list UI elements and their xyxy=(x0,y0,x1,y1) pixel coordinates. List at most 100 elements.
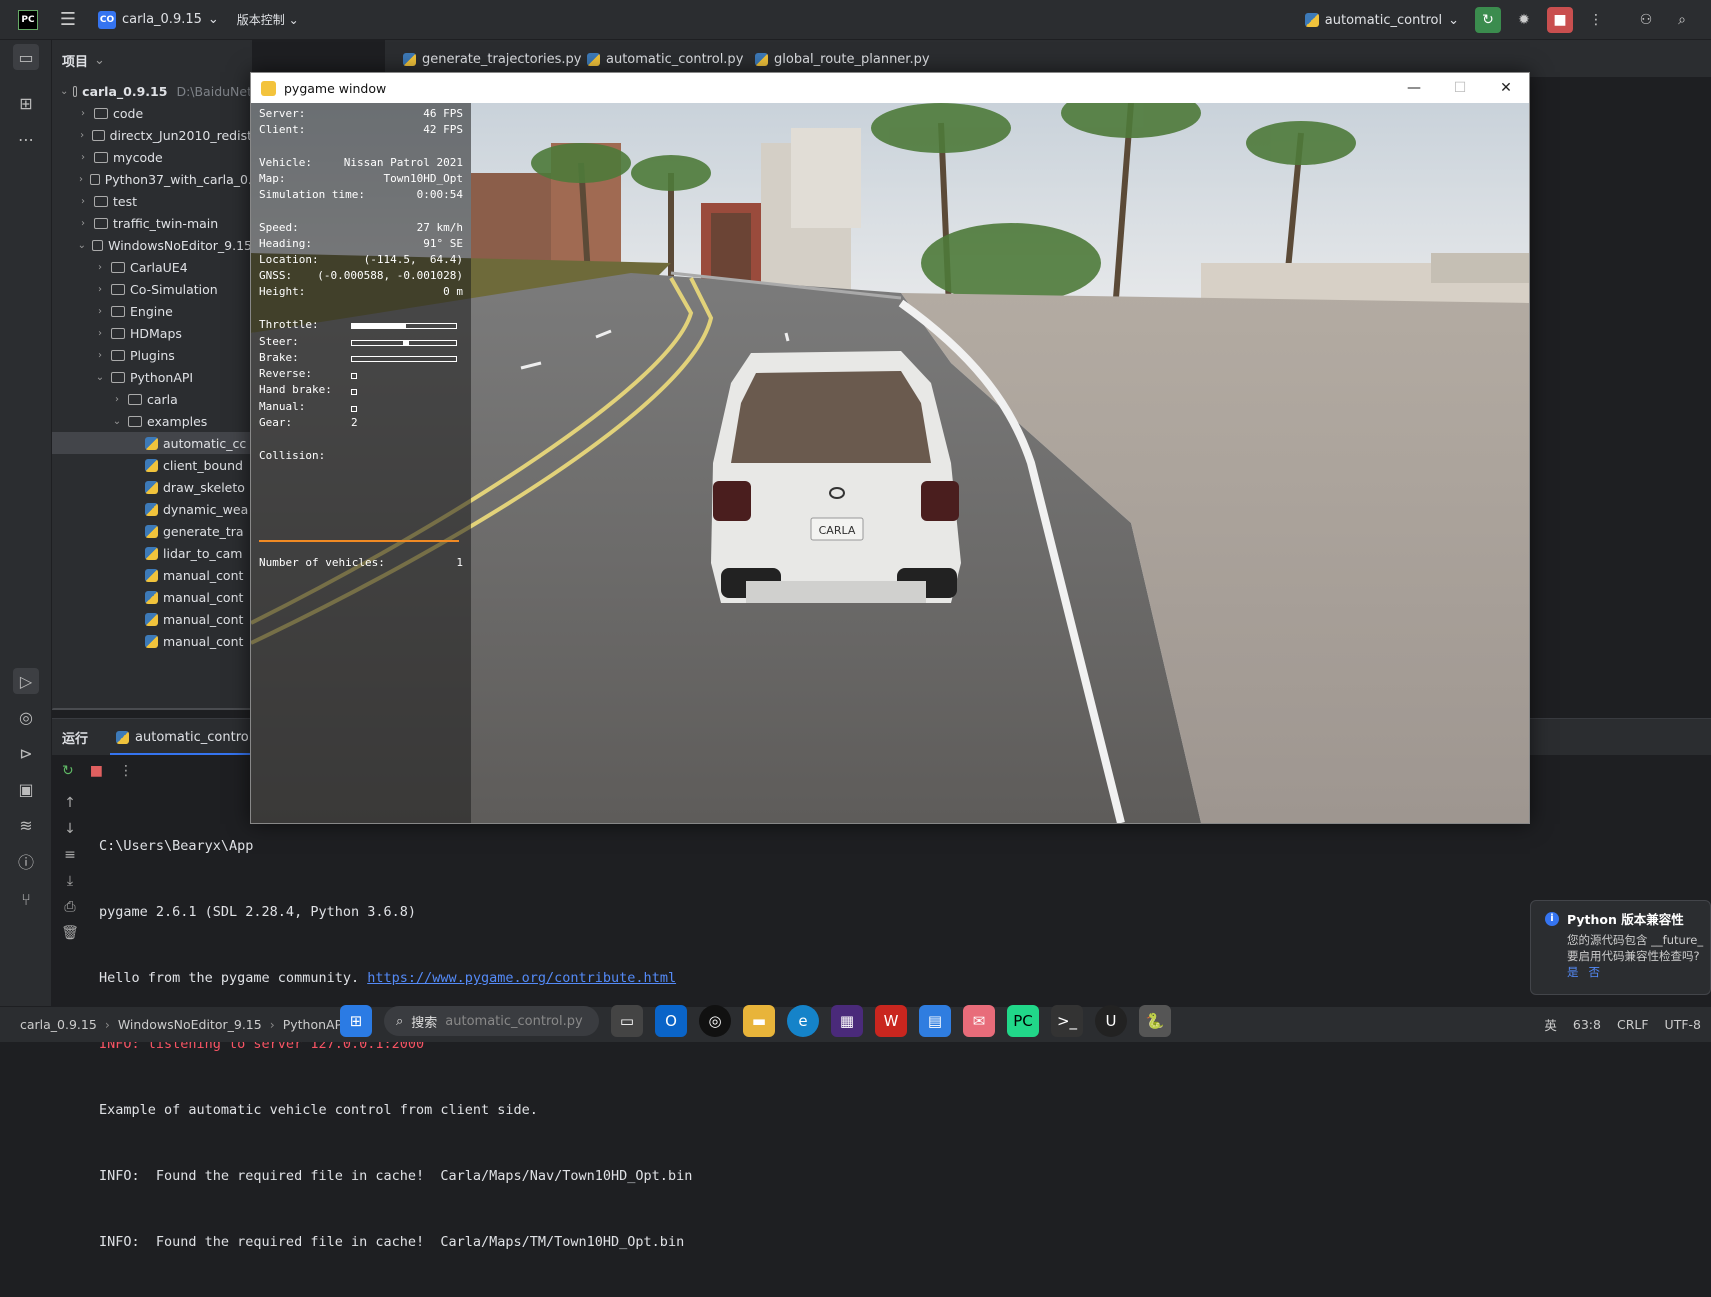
outlook-icon[interactable]: O xyxy=(655,1005,687,1037)
cursor-position[interactable]: 63:8 xyxy=(1573,1017,1601,1032)
stop-icon[interactable]: ■ xyxy=(90,763,103,779)
chevron-right-icon[interactable]: › xyxy=(94,284,106,295)
tree-item[interactable]: › Engine xyxy=(52,300,252,322)
tree-item[interactable]: › test xyxy=(52,190,252,212)
python-taskbar-icon[interactable]: 🐍 xyxy=(1139,1005,1171,1037)
chevron-right-icon[interactable]: › xyxy=(77,174,85,185)
wechat-icon[interactable]: ✉ xyxy=(963,1005,995,1037)
yes-link[interactable]: 是 xyxy=(1567,964,1579,980)
print-icon[interactable]: ⎙ xyxy=(52,899,88,925)
ime-indicator[interactable]: 英 xyxy=(1544,1015,1557,1034)
chevron-down-icon[interactable]: ⌄ xyxy=(60,86,68,97)
structure-icon[interactable]: ⊞ xyxy=(13,90,39,116)
chevron-right-icon[interactable]: › xyxy=(77,130,87,141)
chevron-right-icon[interactable]: › xyxy=(94,306,106,317)
chevron-down-icon[interactable]: ⌄ xyxy=(94,372,106,383)
line-separator[interactable]: CRLF xyxy=(1617,1017,1649,1032)
tree-item[interactable]: › CarlaUE4 xyxy=(52,256,252,278)
unreal-icon[interactable]: U xyxy=(1095,1005,1127,1037)
tree-item[interactable]: generate_tra xyxy=(52,520,252,542)
folder-icon[interactable]: ▭ xyxy=(13,44,39,70)
more-tools-icon[interactable]: ⋯ xyxy=(13,126,39,152)
soft-wrap-icon[interactable]: ≡ xyxy=(52,847,88,873)
pygame-window[interactable]: pygame window — ☐ ✕ CARLA Server: 46 FPS… xyxy=(250,72,1530,824)
services-icon[interactable]: ⊳ xyxy=(13,740,39,766)
app-icon[interactable]: ▦ xyxy=(831,1005,863,1037)
tree-item[interactable]: client_bound xyxy=(52,454,252,476)
tree-item[interactable]: › carla xyxy=(52,388,252,410)
pycharm-taskbar-icon[interactable]: PC xyxy=(1007,1005,1039,1037)
pygame-titlebar[interactable]: pygame window — ☐ ✕ xyxy=(251,73,1529,103)
tree-item[interactable]: › Plugins xyxy=(52,344,252,366)
debug-icon[interactable]: ✹ xyxy=(1511,7,1537,33)
hamburger-menu-icon[interactable]: ☰ xyxy=(58,9,78,30)
git-icon[interactable]: ⑂ xyxy=(13,886,39,912)
breadcrumb-item[interactable]: PythonAPI xyxy=(283,1017,346,1032)
tree-item[interactable]: manual_cont xyxy=(52,630,252,652)
chevron-right-icon[interactable]: › xyxy=(77,152,89,163)
tree-item[interactable]: lidar_to_cam xyxy=(52,542,252,564)
tree-item[interactable]: ⌄ examples xyxy=(52,410,252,432)
chevron-right-icon[interactable]: › xyxy=(94,328,106,339)
tree-item[interactable]: ⌄ WindowsNoEditor_9.15 xyxy=(52,234,252,256)
tree-item[interactable]: automatic_cc xyxy=(52,432,252,454)
problems-icon[interactable]: ⓘ xyxy=(13,848,39,874)
no-link[interactable]: 否 xyxy=(1589,964,1601,980)
tree-item[interactable]: › directx_Jun2010_redist xyxy=(52,124,252,146)
maximize-icon[interactable]: ☐ xyxy=(1437,73,1483,103)
windows-start-icon[interactable]: ⊞ xyxy=(340,1005,372,1037)
tree-item[interactable]: › HDMaps xyxy=(52,322,252,344)
chevron-down-icon[interactable]: ⌄ xyxy=(77,240,87,251)
pygame-contribute-link[interactable]: https://www.pygame.org/contribute.html xyxy=(367,970,676,986)
terminal-taskbar-icon[interactable]: >_ xyxy=(1051,1005,1083,1037)
chevron-right-icon[interactable]: › xyxy=(77,108,89,119)
encoding[interactable]: UTF-8 xyxy=(1665,1017,1701,1032)
terminal-icon[interactable]: ▣ xyxy=(13,776,39,802)
file-explorer-icon[interactable]: ▬ xyxy=(743,1005,775,1037)
chevron-right-icon[interactable]: › xyxy=(77,218,89,229)
tree-item[interactable]: › Python37_with_carla_0. xyxy=(52,168,252,190)
tree-item[interactable]: manual_cont xyxy=(52,586,252,608)
tree-item[interactable]: › traffic_twin-main xyxy=(52,212,252,234)
more-icon[interactable]: ⋮ xyxy=(1583,7,1609,33)
search-icon[interactable]: ⌕ xyxy=(1669,7,1695,33)
task-view-icon[interactable]: ▭ xyxy=(611,1005,643,1037)
breadcrumb-item[interactable]: carla_0.9.15 xyxy=(20,1017,97,1032)
notepad-icon[interactable]: ▤ xyxy=(919,1005,951,1037)
tree-item[interactable]: › mycode xyxy=(52,146,252,168)
rerun-button[interactable]: ↻ xyxy=(1475,7,1501,33)
tree-item[interactable]: manual_cont xyxy=(52,608,252,630)
console-output[interactable]: C:\Users\Bearyx\App pygame 2.6.1 (SDL 2.… xyxy=(99,791,692,1297)
chevron-right-icon[interactable]: › xyxy=(94,262,106,273)
simulation-view[interactable]: CARLA Server: 46 FPS Client: 42 FPS Vehicl… xyxy=(251,103,1529,823)
stop-button[interactable]: ■ xyxy=(1547,7,1573,33)
chevron-right-icon[interactable]: › xyxy=(77,196,89,207)
rerun-icon[interactable]: ↻ xyxy=(62,763,74,779)
taskbar-search[interactable]: ⌕ 搜索 automatic_control.py xyxy=(384,1006,599,1036)
run-icon[interactable]: ▷ xyxy=(13,668,39,694)
scroll-to-end-icon[interactable]: ⤓ xyxy=(52,873,88,899)
tree-item[interactable]: dynamic_wea xyxy=(52,498,252,520)
vcs-menu[interactable]: 版本控制 ⌄ xyxy=(237,11,299,28)
project-selector[interactable]: CO carla_0.9.15 ⌄ xyxy=(98,10,219,29)
close-icon[interactable]: ✕ xyxy=(1483,73,1529,103)
tree-item[interactable]: draw_skeleto xyxy=(52,476,252,498)
python-console-icon[interactable]: ◎ xyxy=(13,704,39,730)
wps-icon[interactable]: W xyxy=(875,1005,907,1037)
chevron-right-icon[interactable]: › xyxy=(94,350,106,361)
horizontal-scrollbar[interactable] xyxy=(52,708,252,710)
trash-icon[interactable]: 🗑 xyxy=(52,925,88,951)
layers-icon[interactable]: ≋ xyxy=(13,812,39,838)
chevron-right-icon[interactable]: › xyxy=(111,394,123,405)
dell-icon[interactable]: ◎ xyxy=(699,1005,731,1037)
tree-item[interactable]: ⌄ PythonAPI xyxy=(52,366,252,388)
tree-item[interactable]: manual_cont xyxy=(52,564,252,586)
tree-item[interactable]: ⌄ carla_0.9.15 D:\BaiduNet xyxy=(52,80,252,102)
chevron-down-icon[interactable]: ⌄ xyxy=(111,416,123,427)
project-panel-header[interactable]: 项目 ⌄ xyxy=(52,40,252,80)
run-config-selector[interactable]: automatic_control ⌄ xyxy=(1304,13,1459,28)
scroll-up-icon[interactable]: ↑ xyxy=(52,795,88,821)
run-tab-automatic-control[interactable]: automatic_control xyxy=(110,719,259,755)
minimize-icon[interactable]: — xyxy=(1391,73,1437,103)
edge-icon[interactable]: e xyxy=(787,1005,819,1037)
